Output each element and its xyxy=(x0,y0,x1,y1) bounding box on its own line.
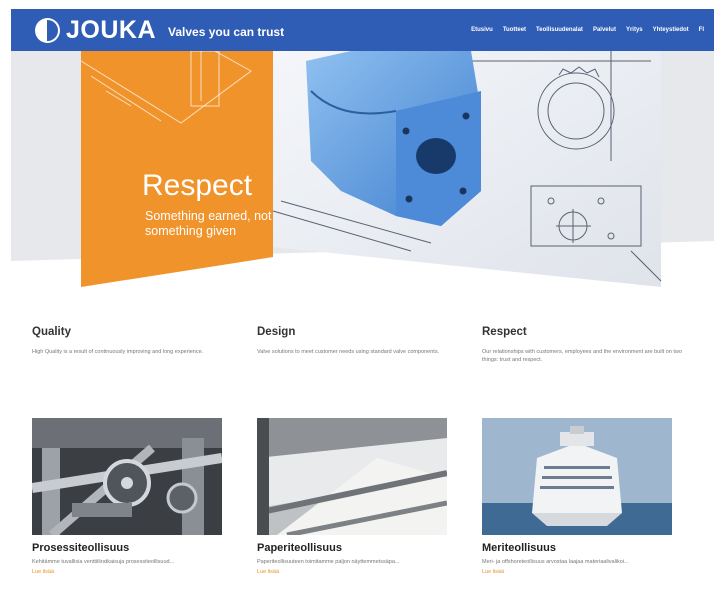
main-nav: Etusivu Tuotteet Teollisuudenalat Palvel… xyxy=(471,27,704,33)
nav-item-tuotteet[interactable]: Tuotteet xyxy=(503,27,526,33)
nav-item-yritys[interactable]: Yritys xyxy=(626,27,643,33)
marine-industry-image[interactable] xyxy=(482,418,672,535)
industry-text: Meri- ja offshoreteollisuus arvostaa laa… xyxy=(482,559,629,565)
feature-text: High Quality is a result of continuously… xyxy=(32,349,204,355)
feature-title: Design xyxy=(257,326,296,338)
hero-title: Respect xyxy=(142,169,253,202)
hero-banner: Respect Something earned, not something … xyxy=(11,51,714,293)
industry-card-paperiteollisuus[interactable]: Paperiteollisuus Paperiteollisuuteen toi… xyxy=(257,418,447,575)
nav-item-etusivu[interactable]: Etusivu xyxy=(471,27,493,33)
nav-item-palvelut[interactable]: Palvelut xyxy=(593,27,616,33)
nav-item-yhteystiedot[interactable]: Yhteystiedot xyxy=(653,27,689,33)
feature-text: Our relationships with customers, employ… xyxy=(482,349,682,363)
feature-text: Valve solutions to meet customer needs u… xyxy=(257,349,440,355)
industry-title[interactable]: Paperiteollisuus xyxy=(257,542,447,554)
brand-tagline: Valves you can trust xyxy=(168,25,285,39)
jouka-logo-icon xyxy=(35,17,60,43)
industry-title[interactable]: Prosessiteollisuus xyxy=(32,542,222,554)
industry-text: Kehitämme tuvallisia venttiiliratkaisuja… xyxy=(32,559,175,565)
feature-respect: Respect Our relationships with customers… xyxy=(482,326,697,364)
industry-card-meriteollisuus[interactable]: Meriteollisuus Meri- ja offshoreteollisu… xyxy=(482,418,672,575)
nav-item-teollisuudenalat[interactable]: Teollisuudenalat xyxy=(536,27,583,33)
feature-design: Design Valve solutions to meet customer … xyxy=(257,326,467,356)
hero-orange-panel xyxy=(80,51,273,287)
feature-title: Respect xyxy=(482,326,527,338)
brand-name: JOUKA xyxy=(66,15,157,44)
language-switch[interactable]: FI xyxy=(699,27,704,33)
feature-quality: Quality High Quality is a result of cont… xyxy=(32,326,242,356)
read-more-link[interactable]: Lue lisää xyxy=(257,569,447,575)
process-industry-image[interactable] xyxy=(32,418,222,535)
read-more-link[interactable]: Lue lisää xyxy=(32,569,222,575)
logo[interactable]: JOUKA Valves you can trust xyxy=(35,16,284,45)
industry-text: Paperiteollisuuteen toimitamme paljon nä… xyxy=(257,559,400,565)
feature-title: Quality xyxy=(32,326,71,338)
industry-card-prosessiteollisuus[interactable]: Prosessiteollisuus Kehitämme tuvallisia … xyxy=(32,418,222,575)
hero-subtitle: Something earned, not something given xyxy=(145,209,272,238)
page-header: JOUKA Valves you can trust Etusivu Tuott… xyxy=(0,0,720,52)
industry-title[interactable]: Meriteollisuus xyxy=(482,542,672,554)
paper-industry-image[interactable] xyxy=(257,418,447,535)
read-more-link[interactable]: Lue lisää xyxy=(482,569,672,575)
navbar: JOUKA Valves you can trust Etusivu Tuott… xyxy=(11,9,714,51)
